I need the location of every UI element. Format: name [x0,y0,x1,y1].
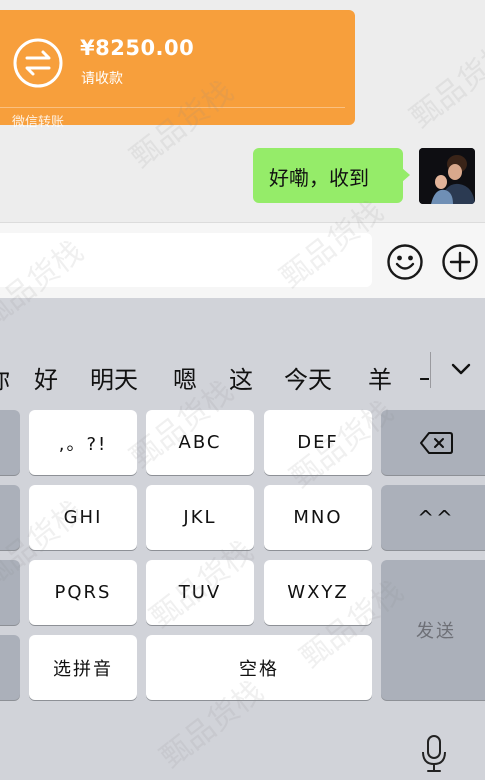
plus-icon[interactable] [441,243,479,281]
avatar-photo [419,148,475,204]
emoticon-key[interactable]: ^^ [381,485,485,550]
message-text: 好嘞，收到 [269,166,369,190]
transfer-amount: ¥8250.00 [80,36,195,60]
key-wxyz[interactable]: WXYZ [264,560,372,625]
send-key[interactable]: 发送 [381,560,485,700]
key-pqrs[interactable]: PQRS [29,560,137,625]
transfer-label: 微信转账 [12,115,65,130]
message-input[interactable] [0,233,372,287]
transfer-icon [13,38,63,88]
emoji-icon[interactable] [386,243,424,281]
candidate-item[interactable]: 明天 [90,360,138,395]
key-punctuation[interactable]: ,。?! [29,410,137,475]
input-bar [0,222,485,299]
transfer-status: 请收款 [81,71,123,87]
key-ghi[interactable]: GHI [29,485,137,550]
key-abc[interactable]: ABC [146,410,254,475]
key-jkl[interactable]: JKL [146,485,254,550]
left-key-3[interactable] [0,560,20,625]
space-key[interactable]: 空格 [146,635,372,700]
left-key-1[interactable] [0,410,20,475]
chat-area: ¥8250.00 请收款 微信转账 好嘞，收到 [0,0,485,222]
key-def[interactable]: DEF [264,410,372,475]
left-key-2[interactable] [0,485,20,550]
avatar[interactable] [419,148,475,204]
candidate-item[interactable]: 好 [34,360,58,395]
transfer-card[interactable]: ¥8250.00 请收款 微信转账 [0,10,355,130]
microphone-icon[interactable] [418,734,450,774]
candidate-divider [430,352,431,388]
candidate-item[interactable]: 今天 [284,360,332,395]
chevron-down-icon[interactable] [446,354,476,384]
message-bubble[interactable]: 好嘞，收到 [253,148,410,203]
left-key-4[interactable] [0,635,20,700]
backspace-icon [420,431,453,454]
candidate-item[interactable]: 你 [0,360,10,395]
transfer-divider [0,107,345,108]
key-mno[interactable]: MNO [264,485,372,550]
keyboard: 你 好 明天 嗯 这 今天 羊 一 ,。?! ABC DEF GHI JKL M… [0,298,485,780]
candidate-item[interactable]: 一 [419,360,429,395]
candidate-item[interactable]: 这 [229,360,253,395]
key-tuv[interactable]: TUV [146,560,254,625]
key-select-pinyin[interactable]: 选拼音 [29,635,137,700]
delete-key[interactable] [381,410,485,475]
candidate-item[interactable]: 羊 [368,360,392,395]
candidate-item[interactable]: 嗯 [173,360,197,395]
candidate-bar: 你 好 明天 嗯 这 今天 羊 一 [0,346,485,406]
